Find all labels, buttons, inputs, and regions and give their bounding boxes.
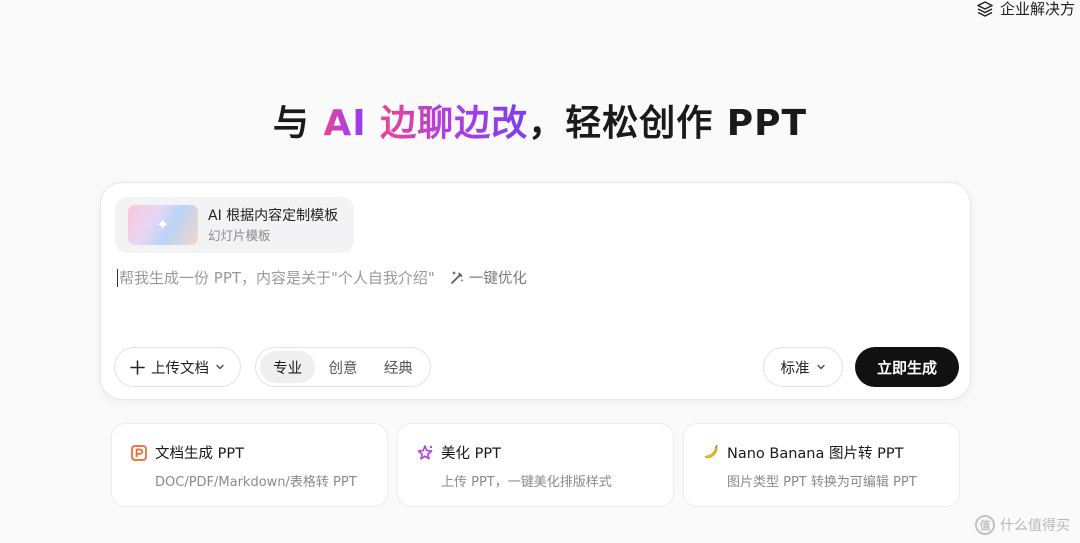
feature-card-doc-to-ppt[interactable]: 文档生成 PPT DOC/PDF/Markdown/表格转 PPT [111,423,388,507]
optimize-label: 一键优化 [468,271,527,287]
sparkle-icon: ✦ [156,215,170,234]
feature-title: 文档生成 PPT [155,446,244,462]
chevron-down-icon [216,364,224,370]
text-caret [117,268,118,287]
style-tab-classic[interactable]: 经典 [371,351,426,383]
style-selector: 专业 创意 经典 [255,347,431,387]
feature-title-row: 美化 PPT [416,442,673,463]
template-thumbnail: ✦ [128,205,198,245]
headline-suffix: ，轻松创作 PPT [528,103,808,144]
style-tab-creative[interactable]: 创意 [315,351,370,383]
feature-title: Nano Banana 图片转 PPT [727,446,904,462]
watermark: 值 什么值得买 [975,515,1070,535]
upload-document-button[interactable]: 上传文档 [114,347,241,387]
prompt-composer: ✦ AI 根据内容定制模板 幻灯片模板 帮我生成一份 PPT，内容是关于"个人自… [100,182,971,400]
template-info: AI 根据内容定制模板 幻灯片模板 [208,206,338,245]
layers-icon [977,0,993,17]
template-subtitle: 幻灯片模板 [208,227,271,243]
template-chip[interactable]: ✦ AI 根据内容定制模板 幻灯片模板 [115,197,354,253]
feature-desc: DOC/PDF/Markdown/表格转 PPT [155,475,357,490]
upload-label: 上传文档 [151,360,209,377]
beautify-star-icon [417,444,433,460]
headline-highlight: 边聊边改 [380,103,529,144]
banana-icon [704,444,718,458]
feature-card-beautify-ppt[interactable]: 美化 PPT 上传 PPT，一键美化排版样式 [397,423,674,507]
page-title: 与 AI 边聊边改，轻松创作 PPT [0,94,1080,146]
generate-button[interactable]: 立即生成 [855,347,959,387]
prompt-placeholder: 帮我生成一份 PPT，内容是关于"个人自我介绍" [119,269,435,287]
template-title: AI 根据内容定制模板 [208,207,339,224]
feature-desc: 上传 PPT，一键美化排版样式 [441,475,612,490]
feature-desc: 图片类型 PPT 转换为可编辑 PPT [727,475,917,490]
chevron-down-icon [816,364,825,370]
prompt-input[interactable]: 帮我生成一份 PPT，内容是关于"个人自我介绍" 一键优化 [117,267,527,288]
headline-highlight-ai: AI [323,103,381,144]
feature-title-row: Nano Banana 图片转 PPT [702,442,959,463]
document-ppt-icon [131,444,147,461]
quality-level-dropdown[interactable]: 标准 [763,347,843,387]
watermark-seal-icon: 值 [975,515,995,535]
feature-card-image-to-ppt[interactable]: Nano Banana 图片转 PPT 图片类型 PPT 转换为可编辑 PPT [683,423,960,507]
style-tab-professional[interactable]: 专业 [260,351,316,383]
enterprise-solutions-label: 企业解决方 [1000,0,1076,18]
page: 企业解决方 与 AI 边聊边改，轻松创作 PPT ✦ AI 根据内容定制模板 幻… [0,0,1080,543]
watermark-text: 什么值得买 [1000,518,1070,534]
feature-title: 美化 PPT [441,446,501,462]
feature-title-row: 文档生成 PPT [130,442,387,463]
optimize-button[interactable]: 一键优化 [449,267,527,288]
headline-prefix: 与 [272,103,324,144]
quality-level-label: 标准 [780,360,810,377]
enterprise-solutions-link[interactable]: 企业解决方 [976,0,1080,19]
plus-icon [130,359,145,375]
magic-wand-icon [451,271,464,284]
